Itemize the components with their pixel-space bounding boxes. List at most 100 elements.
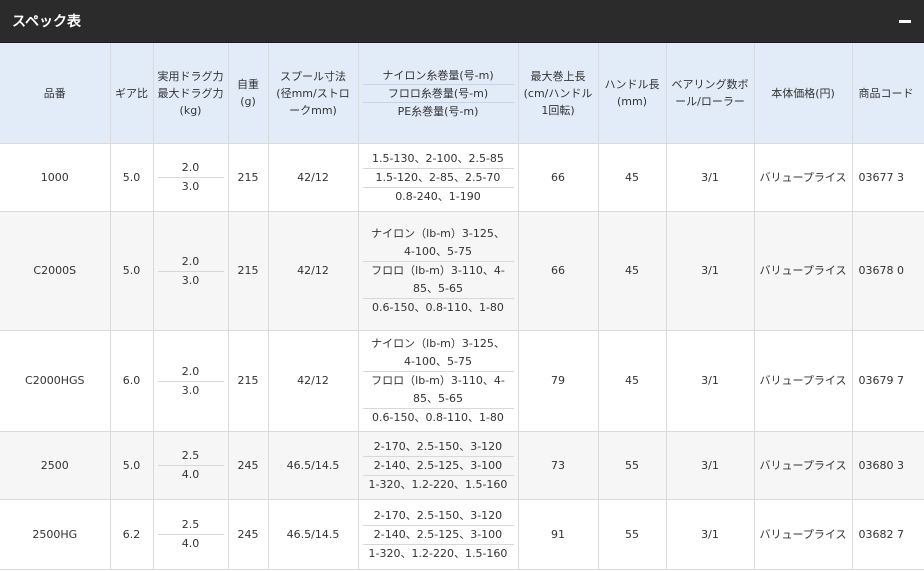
cell-drag-max: 3.0: [157, 380, 224, 400]
cell-hinban: 1000: [0, 143, 111, 212]
cell-drag-practical: 2.0: [181, 254, 200, 268]
cell-lines: 1.5-130、2-100、2.5-85 1.5-120、2-85、2.5-70…: [358, 143, 519, 212]
table-row: 2500HG 6.2 2.5 4.0 245 46.5/14.5 2-170、2…: [0, 499, 924, 570]
cell-drag: 2.0 3.0: [153, 211, 229, 331]
cell-line-fluoro: フロロ（lb-m）3-110、4-85、5-65: [362, 371, 514, 408]
cell-retrieve: 79: [518, 330, 599, 432]
cell-handle: 55: [598, 431, 667, 500]
cell-drag-max: 4.0: [157, 465, 224, 484]
header-drag-max: 最大ドラグ力: [157, 86, 224, 100]
cell-line-pe: 0.8-240、1-190: [362, 186, 514, 206]
cell-lines: 2-170、2.5-150、3-120 2-140、2.5-125、3-100 …: [358, 499, 519, 570]
cell-handle: 45: [598, 211, 667, 331]
cell-code: 03680 3: [852, 431, 924, 500]
cell-price: バリュープライス: [754, 330, 853, 432]
cell-line-pe: 1-320、1.2-220、1.5-160: [362, 474, 514, 494]
cell-price: バリュープライス: [754, 143, 853, 212]
cell-price: バリュープライス: [754, 431, 853, 500]
cell-line-fluoro: フロロ（lb-m）3-110、4-85、5-65: [362, 261, 514, 298]
cell-gear: 5.0: [110, 143, 154, 212]
header-drag-unit: (kg): [179, 103, 202, 117]
cell-lines: ナイロン（lb-m）3-125、4-100、5-75 フロロ（lb-m）3-11…: [358, 211, 519, 331]
cell-line-fluoro: 2-140、2.5-125、3-100: [362, 455, 514, 475]
cell-spool: 42/12: [268, 143, 359, 212]
cell-drag-practical: 2.0: [181, 364, 200, 378]
header-line-nylon: ナイロン糸巻量(号-m): [382, 68, 494, 82]
cell-bearing: 3/1: [666, 143, 755, 212]
cell-line-fluoro: 2-140、2.5-125、3-100: [362, 524, 514, 544]
cell-retrieve: 66: [518, 211, 599, 331]
header-gear: ギア比: [110, 43, 154, 144]
cell-drag: 2.5 4.0: [153, 431, 229, 500]
cell-bearing: 3/1: [666, 431, 755, 500]
cell-drag-max: 3.0: [157, 177, 224, 196]
cell-lines: 2-170、2.5-150、3-120 2-140、2.5-125、3-100 …: [358, 431, 519, 500]
cell-hinban: 2500HG: [0, 499, 111, 570]
cell-bearing: 3/1: [666, 211, 755, 331]
cell-spool: 46.5/14.5: [268, 499, 359, 570]
cell-code: 03682 7: [852, 499, 924, 570]
cell-weight: 215: [228, 211, 269, 331]
cell-line-nylon: ナイロン（lb-m）3-125、4-100、5-75: [371, 337, 505, 368]
cell-drag-max: 3.0: [157, 270, 224, 290]
cell-price: バリュープライス: [754, 499, 853, 570]
header-spool: スプール寸法(径mm/ストロークmm): [268, 43, 359, 144]
cell-hinban: C2000S: [0, 211, 111, 331]
cell-retrieve: 66: [518, 143, 599, 212]
cell-weight: 215: [228, 143, 269, 212]
spec-panel-header[interactable]: スペック表: [0, 0, 924, 43]
cell-hinban: 2500: [0, 431, 111, 500]
cell-drag-max: 4.0: [157, 534, 224, 553]
table-row: 1000 5.0 2.0 3.0 215 42/12 1.5-130、2-100…: [0, 143, 924, 212]
table-row: 2500 5.0 2.5 4.0 245 46.5/14.5 2-170、2.5…: [0, 431, 924, 500]
header-weight: 自重(g): [228, 43, 269, 144]
header-line-fluoro: フロロ糸巻量(号-m): [362, 83, 514, 102]
spec-table: 品番 ギア比 実用ドラグ力 最大ドラグ力 (kg) 自重(g) スプール寸法(径…: [0, 43, 924, 570]
cell-weight: 245: [228, 499, 269, 570]
header-line-pe: PE糸巻量(号-m): [362, 101, 514, 120]
header-drag-practical: 実用ドラグ力: [157, 69, 224, 83]
cell-bearing: 3/1: [666, 499, 755, 570]
cell-gear: 5.0: [110, 211, 154, 331]
cell-hinban: C2000HGS: [0, 330, 111, 432]
cell-code: 03678 0: [852, 211, 924, 331]
cell-line-nylon: ナイロン（lb-m）3-125、4-100、5-75: [371, 227, 505, 258]
cell-drag: 2.5 4.0: [153, 499, 229, 570]
cell-line-nylon: 2-170、2.5-150、3-120: [373, 439, 503, 453]
panel-title: スペック表: [12, 14, 82, 30]
cell-line-nylon: 1.5-130、2-100、2.5-85: [372, 151, 504, 165]
cell-line-pe: 0.6-150、0.8-110、1-80: [362, 298, 514, 317]
cell-bearing: 3/1: [666, 330, 755, 432]
header-drag: 実用ドラグ力 最大ドラグ力 (kg): [153, 43, 229, 144]
table-row: C2000HGS 6.0 2.0 3.0 215 42/12 ナイロン（lb-m…: [0, 330, 924, 432]
cell-weight: 215: [228, 330, 269, 432]
header-line-capacity: ナイロン糸巻量(号-m) フロロ糸巻量(号-m) PE糸巻量(号-m): [358, 43, 519, 144]
cell-spool: 42/12: [268, 211, 359, 331]
cell-drag-practical: 2.5: [181, 518, 200, 531]
header-bearing: ベアリング数ボール/ローラー: [666, 43, 755, 144]
cell-gear: 6.2: [110, 499, 154, 570]
cell-spool: 42/12: [268, 330, 359, 432]
header-hinban: 品番: [0, 43, 111, 144]
cell-handle: 45: [598, 143, 667, 212]
header-code: 商品コード: [852, 43, 924, 144]
collapse-minus-icon[interactable]: [896, 12, 914, 30]
header-handle: ハンドル長(mm): [598, 43, 667, 144]
cell-gear: 5.0: [110, 431, 154, 500]
cell-retrieve: 91: [518, 499, 599, 570]
cell-lines: ナイロン（lb-m）3-125、4-100、5-75 フロロ（lb-m）3-11…: [358, 330, 519, 432]
cell-spool: 46.5/14.5: [268, 431, 359, 500]
table-row: C2000S 5.0 2.0 3.0 215 42/12 ナイロン（lb-m）3…: [0, 211, 924, 331]
cell-drag: 2.0 3.0: [153, 330, 229, 432]
cell-weight: 245: [228, 431, 269, 500]
cell-code: 03679 7: [852, 330, 924, 432]
cell-handle: 55: [598, 499, 667, 570]
cell-line-fluoro: 1.5-120、2-85、2.5-70: [362, 167, 514, 187]
cell-drag-practical: 2.5: [181, 449, 200, 462]
table-header-row: 品番 ギア比 実用ドラグ力 最大ドラグ力 (kg) 自重(g) スプール寸法(径…: [0, 43, 924, 144]
header-retrieve: 最大巻上長(cm/ハンドル1回転): [518, 43, 599, 144]
header-price: 本体価格(円): [754, 43, 853, 144]
cell-drag: 2.0 3.0: [153, 143, 229, 212]
cell-handle: 45: [598, 330, 667, 432]
cell-price: バリュープライス: [754, 211, 853, 331]
